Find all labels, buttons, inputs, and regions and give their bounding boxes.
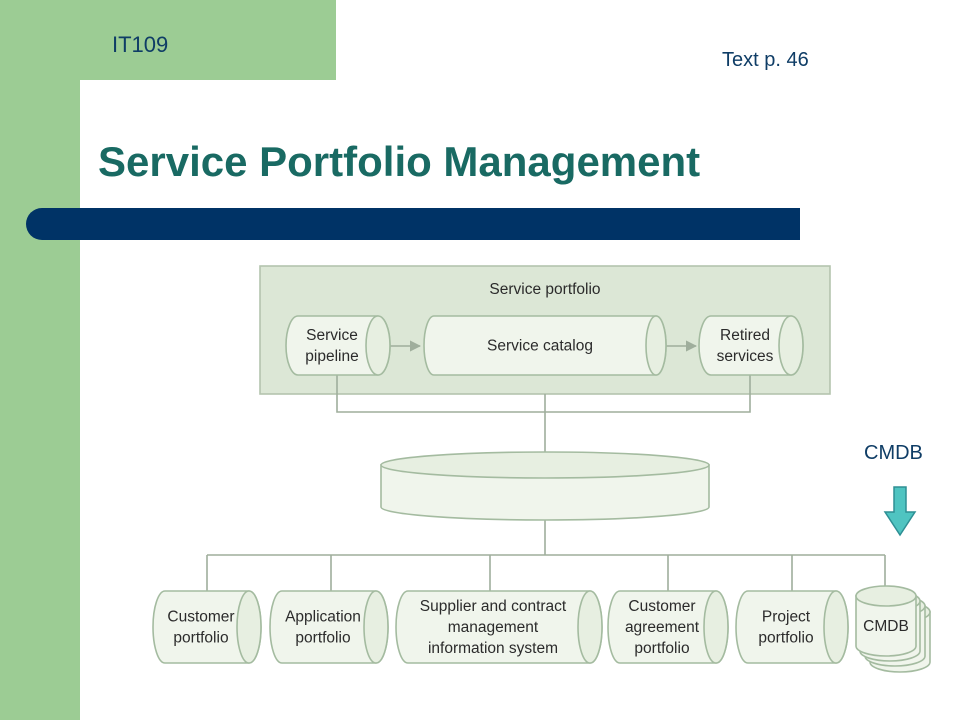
retired-services-cylinder-cap [778,315,804,376]
supplier-contract-cylinder-line: Supplier and contract [420,598,567,615]
supplier-contract-cylinder-cap [577,590,603,664]
customer-portfolio-cylinder: Customer portfolio [152,590,262,664]
application-portfolio-cylinder-line: Application [285,609,361,626]
service-catalog-cylinder-line: Service catalog [487,338,593,355]
customer-agreement-cylinder-cap [703,590,729,664]
customer-agreement-cylinder: Customer agreement portfolio [607,590,729,664]
application-portfolio-cylinder-line: portfolio [295,630,350,647]
supplier-contract-cylinder-line: information system [428,640,558,657]
configuration-management-system-cylinder-cap [380,451,710,479]
service-pipeline-cylinder: Service pipeline [285,315,391,376]
customer-portfolio-cylinder-line: portfolio [173,630,228,647]
service-portfolio-label: Service portfolio [489,281,600,298]
retired-services-cylinder: Retired services [698,315,804,376]
application-portfolio-cylinder-cap [363,590,389,664]
supplier-contract-cylinder-line: management [448,619,539,636]
cmdb-front-cylinder-line: CMDB [863,618,909,635]
service-portfolio-diagram: Service portfolio Service pipeline Servic… [152,265,931,673]
customer-agreement-cylinder-line: agreement [625,619,700,636]
customer-agreement-cylinder-line: Customer [628,598,695,615]
application-portfolio-cylinder: Application portfolio [269,590,389,664]
project-portfolio-cylinder: Project portfolio [735,590,849,664]
retired-services-cylinder-line: Retired [720,327,770,344]
project-portfolio-cylinder-line: Project [762,609,811,626]
customer-portfolio-cylinder-cap [236,590,262,664]
retired-services-cylinder-line: services [717,348,774,365]
service-pipeline-cylinder-line: pipeline [305,348,358,365]
configuration-management-system-cylinder [380,451,710,521]
project-portfolio-cylinder-line: portfolio [758,630,813,647]
cmdb-down-arrow [883,486,917,537]
customer-agreement-cylinder-line: portfolio [634,640,689,657]
supplier-contract-cylinder: Supplier and contract management informati… [395,590,603,664]
service-pipeline-cylinder-cap [365,315,391,376]
project-portfolio-cylinder-cap [823,590,849,664]
service-catalog-cylinder: Service catalog [423,315,667,376]
cmdb-stack: CMDB [855,585,931,673]
cmdb-front-cylinder-cap [855,585,917,607]
cmdb-front-cylinder: CMDB [855,585,917,657]
customer-portfolio-cylinder-line: Customer [167,609,234,626]
service-catalog-cylinder-cap [645,315,667,376]
service-pipeline-cylinder-line: Service [306,327,358,344]
